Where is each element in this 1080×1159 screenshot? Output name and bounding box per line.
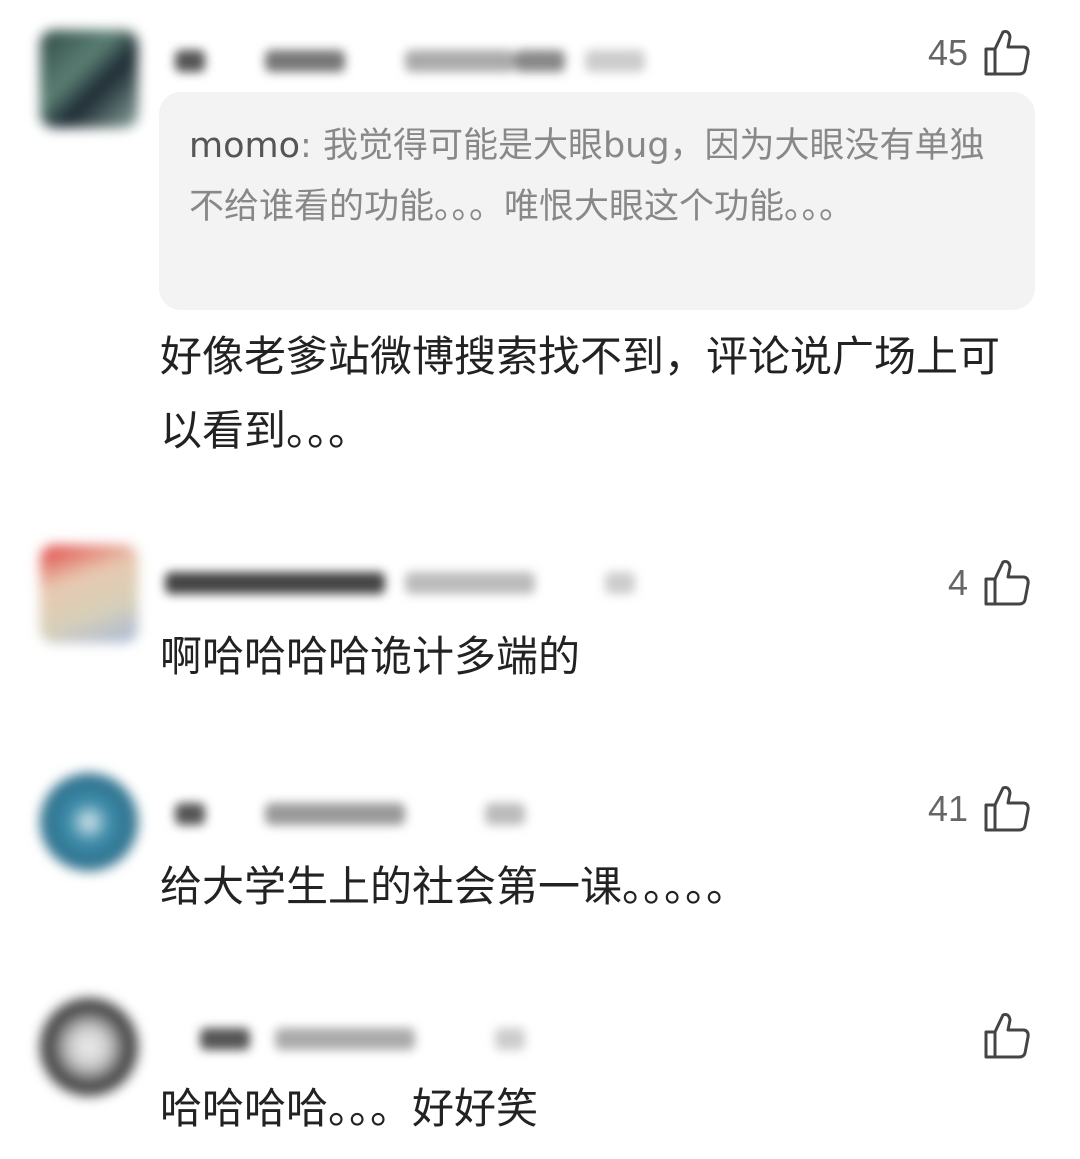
avatar[interactable] — [40, 545, 138, 643]
avatar[interactable] — [40, 30, 138, 128]
like-count: 41 — [927, 788, 968, 829]
thumbs-up-icon — [984, 30, 1030, 76]
quote-username[interactable]: momo — [189, 126, 300, 166]
comment-text: 给大学生上的社会第一课。。。。。 — [160, 862, 749, 911]
thumbs-up-icon — [984, 786, 1030, 832]
quoted-reply[interactable]: momo: 我觉得可能是大眼bug，因为大眼没有单独不给谁看的功能。。。唯恨大眼… — [159, 92, 1035, 310]
like-button[interactable]: 45 — [928, 25, 1032, 81]
comment-item: 41 给大学生上的社会第一课。。。。。 — [0, 765, 1080, 935]
like-count: 4 — [947, 562, 968, 603]
username-blurred[interactable] — [165, 40, 645, 80]
comment-text: 啊哈哈哈哈诡计多端的 — [160, 632, 581, 681]
like-button[interactable] — [968, 1008, 1032, 1064]
thumbs-up-icon — [984, 560, 1030, 606]
comment-item: 哈哈哈哈。。。好好笑 — [0, 990, 1080, 1159]
username-blurred[interactable] — [165, 1018, 645, 1058]
comment-item: 45 momo: 我觉得可能是大眼bug，因为大眼没有单独不给谁看的功能。。。唯… — [0, 0, 1080, 480]
like-button[interactable]: 41 — [928, 781, 1032, 837]
quote-separator: : — [300, 126, 323, 166]
thumbs-up-icon — [984, 1013, 1030, 1059]
avatar[interactable] — [40, 998, 138, 1096]
comment-item: 4 啊哈哈哈哈诡计多端的 — [0, 540, 1080, 700]
comment-text: 哈哈哈哈。。。好好笑 — [160, 1084, 539, 1133]
avatar[interactable] — [40, 773, 138, 871]
username-blurred[interactable] — [165, 793, 645, 833]
like-button[interactable]: 4 — [948, 555, 1032, 611]
like-count: 45 — [927, 32, 968, 73]
comment-text: 好像老爹站微博搜索找不到，评论说广场上可以看到。。。 — [160, 332, 1001, 455]
username-blurred[interactable] — [165, 562, 645, 602]
